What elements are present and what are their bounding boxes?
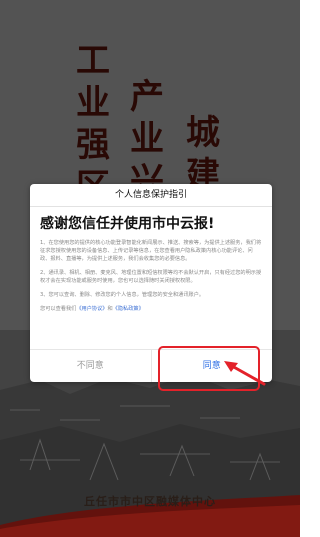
privacy-policy-link[interactable]: 《隐私政策》	[113, 306, 144, 312]
user-agreement-link[interactable]: 《用户协议》	[76, 306, 107, 312]
pointer-arrow-icon	[224, 361, 266, 386]
dialog-header: 个人信息保护指引	[30, 184, 272, 207]
dialog-body: 1、在您使用您的提供的核心功能登录智能化新闻展示、推送、搜索等，为提供上述服务，…	[40, 239, 262, 313]
policy-paragraph-3: 3、您可以查询、删除、修改您的个人信息，管理您的安全和通讯账户。	[40, 292, 205, 298]
links-prefix: 您可以查看我们	[40, 306, 77, 312]
policy-links-line: 您可以查看我们《用户协议》和《隐私政策》	[40, 305, 262, 313]
policy-paragraph-2: 2、通讯录、相机、相册、麦克风、地理位置和短信权限等均不会默认开启，只有经过您的…	[40, 270, 262, 284]
disagree-button[interactable]: 不同意	[30, 350, 152, 382]
policy-paragraph-1: 1、在您使用您的提供的核心功能登录智能化新闻展示、推送、搜索等，为提供上述服务，…	[40, 240, 262, 262]
dialog-title: 感谢您信任并使用市中云报!	[40, 216, 215, 232]
